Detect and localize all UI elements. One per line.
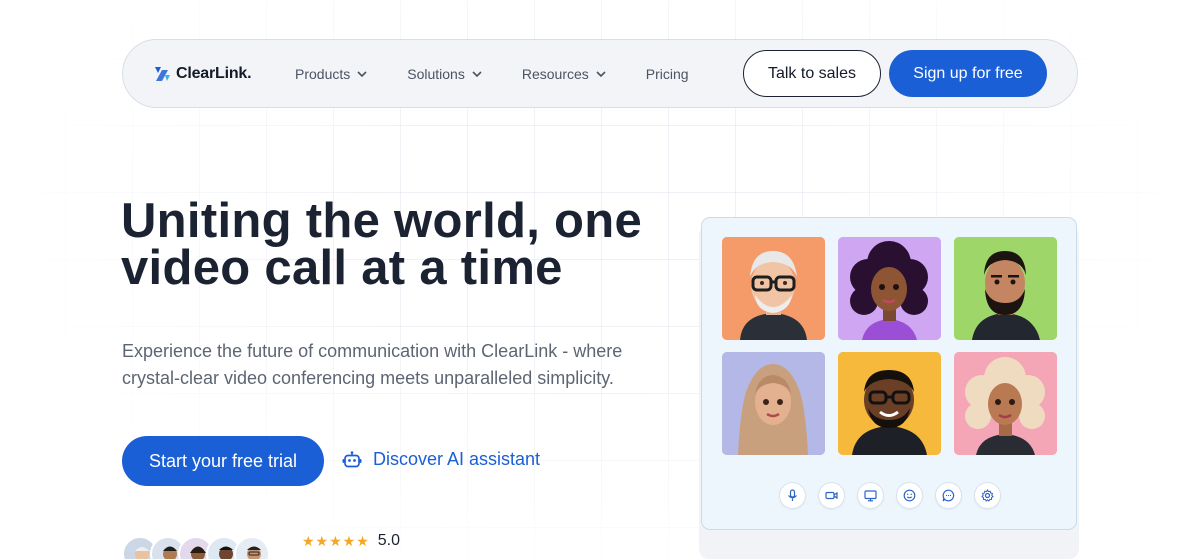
hero-subtitle: Experience the future of communication w… [122,338,662,392]
customer-avatars [122,536,270,559]
avatar [234,536,270,559]
start-free-trial-button[interactable]: Start your free trial [122,436,324,486]
nav-products[interactable]: Products [295,66,367,82]
nav-solutions-label: Solutions [407,65,465,82]
chat-button[interactable] [935,482,962,509]
hero-title-line1: Uniting the world, one [121,194,643,248]
screen-share-icon [864,490,877,502]
brand-name: ClearLink. [176,64,252,82]
hero-title-line2: video call at a time [121,241,563,295]
top-navbar: ClearLink. Products Solutions Resources … [122,39,1078,108]
nav-pricing[interactable]: Pricing [646,66,689,82]
chat-icon [942,489,955,502]
mic-button[interactable] [779,482,806,509]
participant-tile[interactable] [722,237,825,340]
brand-logo[interactable]: ClearLink. [153,65,295,83]
participant-tile[interactable] [838,352,941,455]
nav-solutions[interactable]: Solutions [407,66,482,82]
participant-bearded-man-avatar [954,237,1057,340]
video-call-panel [701,217,1077,530]
robot-icon [342,450,362,467]
chevron-down-icon [472,70,482,77]
star-rating-icon: ★★★★★ [302,532,370,549]
participant-grid [722,237,1057,455]
emoji-icon [903,489,916,502]
nav-pricing-label: Pricing [645,65,689,82]
nav-products-label: Products [295,65,351,82]
participant-tile[interactable] [722,352,825,455]
participant-tile[interactable] [838,237,941,340]
talk-to-sales-button[interactable]: Talk to sales [743,50,881,97]
settings-button[interactable] [974,482,1001,509]
camera-icon [825,491,838,500]
hero-subtitle-line2: crystal-clear video conferencing meets u… [122,368,614,388]
participant-tile[interactable] [954,237,1057,340]
participant-blonde-woman-avatar [954,352,1057,455]
nav-resources-label: Resources [521,65,589,82]
emoji-button[interactable] [896,482,923,509]
discover-ai-link[interactable]: Discover AI assistant [342,449,540,470]
sign-up-button[interactable]: Sign up for free [889,50,1047,97]
chevron-down-icon [596,70,606,77]
mic-icon [788,489,797,501]
participant-tile[interactable] [954,352,1057,455]
screen-share-button[interactable] [857,482,884,509]
hero-title: Uniting the world, one video call at a t… [121,197,681,295]
participant-elder-man-avatar [722,237,825,340]
rating-value: 5.0 [377,532,401,549]
call-controls [779,482,1013,509]
chevron-down-icon [357,70,367,77]
camera-button[interactable] [818,482,845,509]
participant-curly-woman-avatar [838,237,941,340]
hero-subtitle-line1: Experience the future of communication w… [122,341,623,361]
settings-icon [981,489,994,502]
rating: ★★★★★ 5.0 [302,532,400,550]
participant-hijab-woman-avatar [722,352,825,455]
nav-resources[interactable]: Resources [522,66,606,82]
participant-glasses-man-avatar [838,352,941,455]
logo-icon [155,66,170,81]
discover-ai-label: Discover AI assistant [373,449,541,469]
